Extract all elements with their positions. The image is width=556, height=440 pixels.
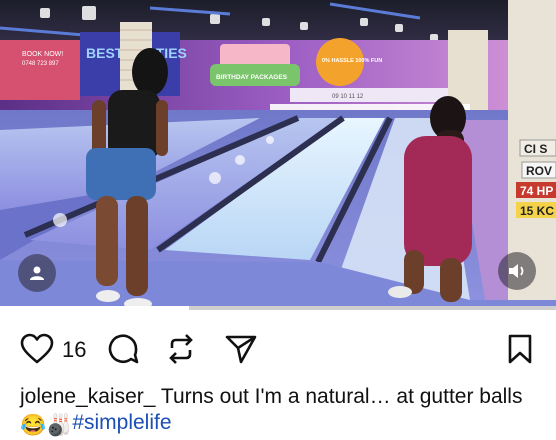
post-caption: jolene_kaiser_ Turns out I'm a natural… … (20, 384, 540, 439)
book-now-sign: BOOK NOW! (22, 51, 63, 58)
book-now-phone: 0748 723 897 (22, 61, 59, 67)
save-button[interactable] (504, 330, 536, 368)
like-count[interactable]: 16 (62, 337, 86, 363)
caption-text: Turns out I'm a natural… at gutter balls (160, 385, 523, 408)
wall-plate-3: 15 KC (520, 204, 554, 218)
comment-button[interactable] (104, 330, 142, 368)
user-tag-icon (30, 266, 44, 280)
send-icon (225, 335, 257, 364)
speaker-icon (509, 264, 524, 278)
repost-icon (169, 334, 193, 364)
wall-plate-4: ROV (526, 164, 552, 178)
post-media[interactable]: BOOK NOW! 0748 723 897 BEST PARTIES BIRT… (0, 0, 556, 310)
repost-button[interactable] (162, 330, 200, 368)
like-button[interactable] (18, 330, 56, 368)
tag-people-button[interactable] (18, 254, 56, 292)
laughing-emoji: 😂 (20, 414, 47, 437)
bookmark-icon (508, 334, 532, 364)
bowling-emoji: 🎳 (46, 414, 73, 437)
video-progress-bar[interactable] (0, 306, 556, 310)
sound-toggle-button[interactable] (498, 252, 536, 290)
birthday-packages-banner: BIRTHDAY PACKAGES (216, 74, 288, 81)
comment-icon (108, 334, 139, 364)
caption-username[interactable]: jolene_kaiser_ (20, 385, 155, 408)
video-progress-fill (0, 306, 190, 310)
wall-plate-2: 74 HP (520, 184, 553, 198)
wall-plate-1: CI S (524, 142, 547, 156)
hashtag-link[interactable]: #simplelife (72, 411, 171, 434)
bowling-alley-scene: BOOK NOW! 0748 723 897 BEST PARTIES BIRT… (0, 0, 556, 310)
lane-number-strip: 09 10 11 12 (332, 94, 364, 100)
send-button[interactable] (222, 330, 260, 368)
heart-icon (20, 333, 54, 364)
hassle-badge: 0% HASSLE 100% FUN (322, 58, 382, 64)
